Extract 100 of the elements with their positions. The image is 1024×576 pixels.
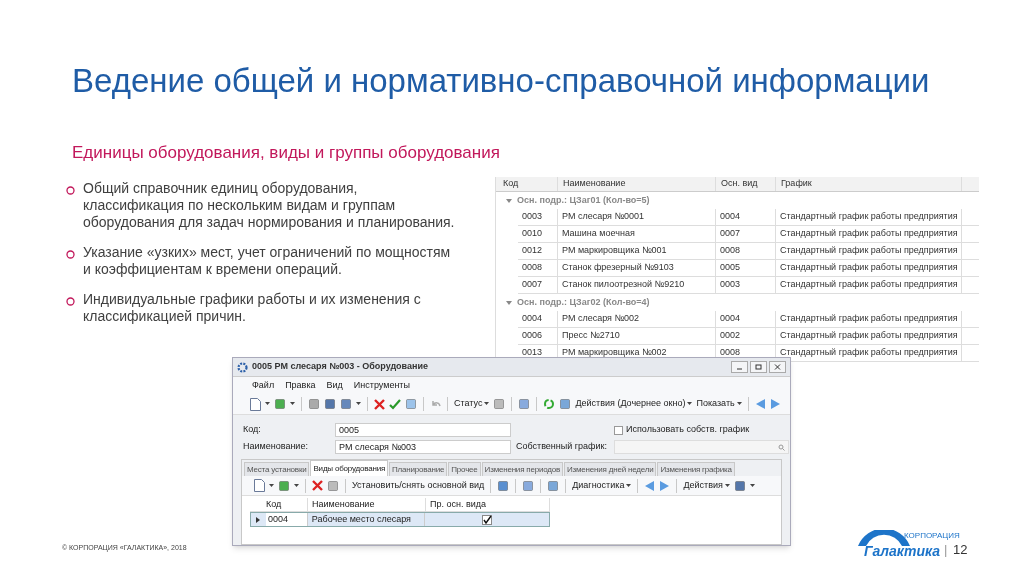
caret-icon: [749, 483, 755, 488]
table-cell: 0012: [518, 243, 558, 259]
column-header[interactable]: Код: [250, 498, 308, 511]
table-cell: 0002: [716, 328, 776, 344]
forward-icon[interactable]: [659, 479, 671, 492]
column-header[interactable]: Осн. вид: [716, 177, 776, 191]
tab[interactable]: Изменения дней недели: [564, 462, 657, 476]
column-header[interactable]: Код: [496, 177, 558, 191]
tab[interactable]: Виды оборудования: [310, 460, 389, 476]
caret-icon: [294, 483, 299, 488]
tab[interactable]: Места установки: [244, 462, 310, 476]
table-cell: Стандартный график работы предприятия: [776, 243, 962, 259]
checkbox[interactable]: [614, 425, 623, 435]
table-cell: 0008: [518, 260, 558, 276]
page-number: 12: [953, 541, 968, 559]
lookup-field[interactable]: [614, 440, 789, 454]
slide-title: Ведение общей и нормативно-справочной информации: [72, 61, 930, 101]
table-cell: Стандартный график работы предприятия: [776, 209, 962, 225]
table-cell: РМ слесаря №002: [558, 311, 716, 327]
forward-icon[interactable]: [769, 398, 781, 410]
close-button[interactable]: [769, 361, 786, 373]
checkbox-label: Использовать собств. график: [626, 423, 750, 437]
bullet-icon: [66, 297, 75, 306]
new-document-icon[interactable]: [254, 479, 265, 492]
menu-item[interactable]: Файл: [252, 378, 275, 393]
maximize-button[interactable]: [750, 361, 767, 373]
tab[interactable]: Изменения графика: [657, 462, 735, 476]
tab[interactable]: Планирование: [389, 462, 448, 476]
table-cell: Стандартный график работы предприятия: [776, 277, 962, 293]
table-cell: 0004: [716, 209, 776, 225]
table-cell: РМ слесаря №0001: [558, 209, 716, 225]
table-cell: Станок фрезерный №9103: [558, 260, 716, 276]
caret-icon: [265, 402, 270, 406]
group-label: Осн. подр.: ЦЗаг02 (Кол-во=4): [517, 295, 650, 309]
minimize-button[interactable]: [731, 361, 748, 373]
row-pointer-icon: [256, 516, 261, 523]
actions-button[interactable]: Действия (Дочернее окно): [575, 397, 693, 411]
table-cell: 0003: [716, 277, 776, 293]
table-cell: Стандартный график работы предприятия: [776, 328, 962, 344]
table-cell: Станок пилоотрезной №9210: [558, 277, 716, 293]
bullet-text: Индивидуальные графики работы и их изменения с классификацией причин.: [83, 291, 422, 325]
expand-caret-icon[interactable]: [506, 299, 512, 306]
table-row[interactable]: 0004 Рабочее место слесаря: [250, 512, 550, 527]
caret-icon: [269, 483, 274, 488]
bullet-text: Указание «узких» мест, учет ограничений по мощностям и коэффициентам к времени операций.: [83, 244, 452, 278]
column-header[interactable]: Наименование: [558, 177, 716, 191]
table-cell: 0003: [518, 209, 558, 225]
column-header[interactable]: Наименование: [308, 498, 426, 511]
field-label: Код:: [243, 423, 262, 437]
table-cell: 0005: [716, 260, 776, 276]
show-button[interactable]: Показать: [696, 397, 742, 411]
table-cell: Пресс №2710: [558, 328, 716, 344]
text-field[interactable]: РМ слесаря №003: [335, 440, 511, 454]
group-label: Осн. подр.: ЦЗаг01 (Кол-во=5): [517, 193, 650, 207]
tab[interactable]: Изменения периодов: [481, 462, 564, 476]
table-cell: Машина моечная: [558, 226, 716, 242]
table-cell: 0006: [518, 328, 558, 344]
caret-icon: [724, 483, 730, 488]
text-field[interactable]: 0005: [335, 423, 511, 437]
set-primary-button[interactable]: Установить/снять основной вид: [352, 478, 485, 493]
table-cell: 0007: [716, 226, 776, 242]
caret-icon: [484, 402, 490, 406]
actions-button[interactable]: Действия: [683, 478, 730, 493]
field-label: Собственный график:: [516, 440, 608, 454]
table-cell: Стандартный график работы предприятия: [776, 226, 962, 242]
logo-name: Галактика: [864, 544, 940, 558]
table-cell: Рабочее место слесаря: [307, 513, 426, 526]
table-cell: 0007: [518, 277, 558, 293]
menu-item[interactable]: Вид: [326, 378, 343, 393]
delete-icon[interactable]: [312, 480, 323, 491]
table-cell: Стандартный график работы предприятия: [776, 311, 962, 327]
menu-item[interactable]: Правка: [285, 378, 316, 393]
caret-icon: [736, 402, 742, 406]
tab[interactable]: Прочее: [448, 462, 481, 476]
slide-subtitle: Единицы оборудования, виды и группы оборудования: [72, 142, 500, 164]
table-cell: 0004: [518, 311, 558, 327]
bullet-icon: [66, 250, 75, 259]
table-cell: 0010: [518, 226, 558, 242]
window-title: 0005 РМ слесаря №003 - Оборудование: [252, 360, 428, 374]
column-header[interactable]: График: [776, 177, 962, 191]
maximize-icon: [755, 364, 762, 370]
bullet-text: Общий справочник единиц оборудования, классификация по нескольким видам и группам оборудования для задач нормирования и планирования.: [83, 180, 456, 231]
refresh-icon[interactable]: [543, 398, 556, 410]
status-button[interactable]: Статус: [454, 397, 490, 411]
new-document-icon[interactable]: [250, 397, 261, 411]
expand-caret-icon[interactable]: [506, 197, 512, 204]
caret-icon: [687, 402, 693, 406]
checkmark-icon[interactable]: [389, 398, 401, 410]
caret-icon: [290, 402, 295, 406]
close-icon: [774, 364, 781, 370]
table-cell: РМ маркировщика №001: [558, 243, 716, 259]
table-cell: 0004: [716, 311, 776, 327]
primary-checkmark-icon[interactable]: [482, 514, 493, 525]
menu-item[interactable]: Инструменты: [353, 378, 410, 393]
back-icon[interactable]: [644, 479, 656, 492]
back-icon[interactable]: [754, 398, 766, 410]
bullet-icon: [66, 186, 75, 195]
delete-icon[interactable]: [374, 398, 385, 410]
diagnostics-button[interactable]: Диагностика: [572, 478, 632, 493]
column-header[interactable]: Пр. осн. вида: [426, 498, 550, 511]
